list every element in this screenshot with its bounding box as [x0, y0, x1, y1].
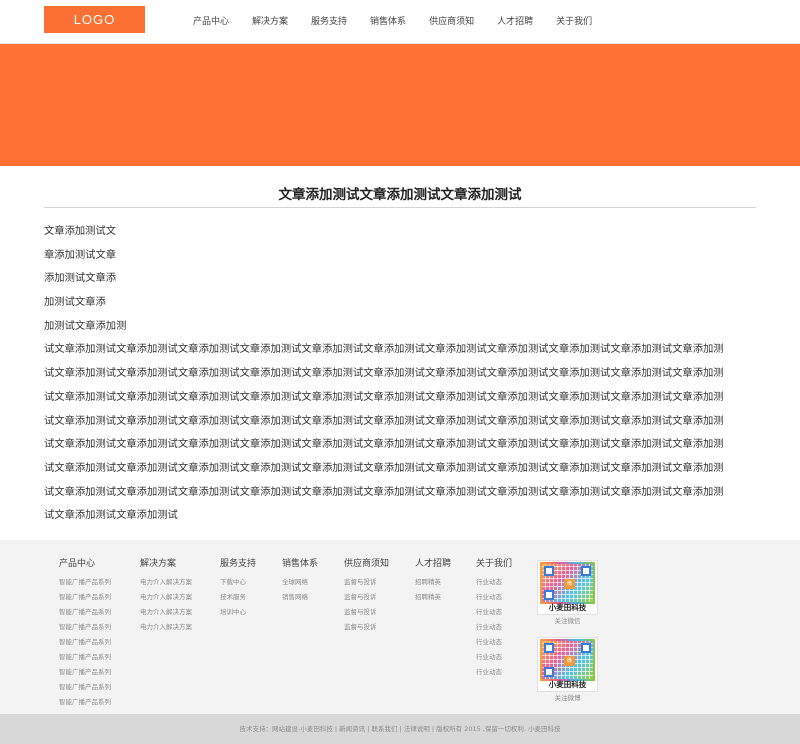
- wechat-qr-block: 微 小麦田科技 关注微信: [537, 560, 598, 628]
- footer-column-title[interactable]: 服务支持: [220, 557, 256, 575]
- footer-link[interactable]: 销售网络: [282, 590, 318, 605]
- article-paragraph: 试文章添加测试文章添加测试文章添加测试文章添加测试文章添加测试文章添加测试文章添…: [44, 414, 724, 427]
- wechat-qr-icon: 微: [540, 562, 595, 604]
- site-header: LOGO 产品中心 解决方案 服务支持 销售体系 供应商须知 人才招聘 关于我们: [0, 0, 800, 44]
- footer-link[interactable]: 智能广播产品系列: [59, 665, 111, 680]
- article-paragraph: 文章添加测试文: [44, 225, 117, 237]
- weibo-qr-card: 微 小麦田科技: [537, 637, 598, 692]
- footer-link[interactable]: 技术服务: [220, 590, 256, 605]
- footer-link[interactable]: 监督与投诉: [344, 620, 389, 635]
- article-paragraph: 试文章添加测试文章添加测试文章添加测试文章添加测试文章添加测试文章添加测试文章添…: [44, 367, 724, 380]
- qr-center-badge: 微: [564, 656, 575, 666]
- footer-link[interactable]: 智能广播产品系列: [59, 575, 111, 590]
- title-divider: [44, 207, 756, 208]
- footer-column-title[interactable]: 产品中心: [59, 557, 111, 575]
- footer-link[interactable]: 下载中心: [220, 575, 256, 590]
- weibo-qr-icon: 微: [540, 639, 595, 681]
- nav-item-suppliers[interactable]: 供应商须知: [416, 0, 484, 44]
- qr-brand-name: 小麦田科技: [548, 680, 587, 689]
- qr-brand-name: 小麦田科技: [548, 603, 587, 612]
- article-body: 文章添加测试文 章添加测试文章 添加测试文章添 加测试文章添 加测试文章添加测 试文章添加…: [44, 222, 756, 530]
- footer-column-suppliers: 供应商须知 监督与投诉 监督与投诉 监督与投诉 监督与投诉: [344, 557, 389, 635]
- wechat-caption[interactable]: 关注微信: [537, 615, 598, 628]
- footer-column-sales: 销售体系 全球网络 销售网络: [282, 557, 318, 605]
- footer-column-about: 关于我们 行业动态 行业动态 行业动态 行业动态 行业动态 行业动态 行业动态: [476, 557, 512, 680]
- footer-link[interactable]: 电力介入解决方案: [140, 605, 192, 620]
- footer-link[interactable]: 招聘精英: [415, 590, 451, 605]
- nav-item-sales[interactable]: 销售体系: [357, 0, 416, 44]
- article-paragraph: 加测试文章添加测: [44, 319, 127, 332]
- article-paragraph: 试文章添加测试文章添加测试文章添加测试文章添加测试文章添加测试文章添加测试文章添…: [44, 390, 724, 403]
- weibo-qr-block: 微 小麦田科技 关注微博: [537, 637, 598, 705]
- article-paragraph: 试文章添加测试文章添加测试文章添加测试文章添加测试文章添加测试文章添加测试文章添…: [44, 485, 724, 498]
- footer-link[interactable]: 智能广播产品系列: [59, 695, 111, 710]
- nav-item-support[interactable]: 服务支持: [298, 0, 357, 44]
- weibo-caption[interactable]: 关注微博: [537, 692, 598, 705]
- article-paragraph: 试文章添加测试文章添加测试文章添加测试文章添加测试文章添加测试文章添加测试文章添…: [44, 438, 724, 451]
- main-nav: 产品中心 解决方案 服务支持 销售体系 供应商须知 人才招聘 关于我们: [180, 0, 602, 44]
- article-paragraph: 试文章添加测试文章添加测试文章添加测试文章添加测试文章添加测试文章添加测试文章添…: [44, 461, 724, 474]
- nav-item-products[interactable]: 产品中心: [180, 0, 239, 44]
- footer-column-title[interactable]: 销售体系: [282, 557, 318, 575]
- footer-link[interactable]: 电力介入解决方案: [140, 620, 192, 635]
- article-paragraph: 添加测试文章添: [44, 272, 117, 285]
- footer-link[interactable]: 智能广播产品系列: [59, 605, 111, 620]
- footer-link[interactable]: 监督与投诉: [344, 575, 389, 590]
- footer-link[interactable]: 行业动态: [476, 590, 512, 605]
- footer-link[interactable]: 培训中心: [220, 605, 256, 620]
- site-footer: 产品中心 智能广播产品系列 智能广播产品系列 智能广播产品系列 智能广播产品系列 智能广播…: [0, 540, 800, 714]
- article-paragraph: 试文章添加测试文章添加测试: [44, 509, 178, 522]
- footer-link[interactable]: 电力介入解决方案: [140, 575, 192, 590]
- footer-column-careers: 人才招聘 招聘精英 招聘精英: [415, 557, 451, 605]
- footer-column-title[interactable]: 供应商须知: [344, 557, 389, 575]
- footer-link[interactable]: 智能广播产品系列: [59, 635, 111, 650]
- nav-item-about[interactable]: 关于我们: [543, 0, 602, 44]
- footer-link[interactable]: 行业动态: [476, 650, 512, 665]
- footer-link[interactable]: 监督与投诉: [344, 590, 389, 605]
- footer-column-products: 产品中心 智能广播产品系列 智能广播产品系列 智能广播产品系列 智能广播产品系列 智能广播…: [59, 557, 111, 710]
- footer-column-title[interactable]: 人才招聘: [415, 557, 451, 575]
- footer-link[interactable]: 监督与投诉: [344, 605, 389, 620]
- footer-link[interactable]: 全球网络: [282, 575, 318, 590]
- hero-banner: [0, 44, 800, 166]
- footer-link[interactable]: 智能广播产品系列: [59, 620, 111, 635]
- nav-item-solutions[interactable]: 解决方案: [239, 0, 298, 44]
- footer-link[interactable]: 电力介入解决方案: [140, 590, 192, 605]
- copyright-bar: 技术支持：网站建设-小麦田科技 | 新闻资讯 | 联系我们 | 法律说明 | 版…: [0, 714, 800, 744]
- logo[interactable]: LOGO: [44, 6, 145, 33]
- article-title: 文章添加测试文章添加测试文章添加测试: [278, 187, 522, 203]
- footer-column-solutions: 解决方案 电力介入解决方案 电力介入解决方案 电力介入解决方案 电力介入解决方案: [140, 557, 192, 635]
- footer-link[interactable]: 行业动态: [476, 620, 512, 635]
- footer-link[interactable]: 智能广播产品系列: [59, 650, 111, 665]
- article-paragraph: 加测试文章添: [44, 296, 106, 309]
- footer-column-support: 服务支持 下载中心 技术服务 培训中心: [220, 557, 256, 620]
- qr-center-badge: 微: [564, 579, 575, 589]
- footer-link[interactable]: 行业动态: [476, 635, 512, 650]
- footer-link[interactable]: 行业动态: [476, 575, 512, 590]
- article-paragraph: 试文章添加测试文章添加测试文章添加测试文章添加测试文章添加测试文章添加测试文章添…: [44, 343, 724, 356]
- footer-column-title[interactable]: 关于我们: [476, 557, 512, 575]
- footer-link[interactable]: 行业动态: [476, 665, 512, 680]
- footer-link[interactable]: 智能广播产品系列: [59, 680, 111, 695]
- wechat-qr-card: 微 小麦田科技: [537, 560, 598, 615]
- footer-link[interactable]: 招聘精英: [415, 575, 451, 590]
- nav-item-careers[interactable]: 人才招聘: [484, 0, 543, 44]
- footer-column-title[interactable]: 解决方案: [140, 557, 192, 575]
- footer-link[interactable]: 智能广播产品系列: [59, 590, 111, 605]
- footer-link[interactable]: 行业动态: [476, 605, 512, 620]
- article-paragraph: 章添加测试文章: [44, 248, 117, 261]
